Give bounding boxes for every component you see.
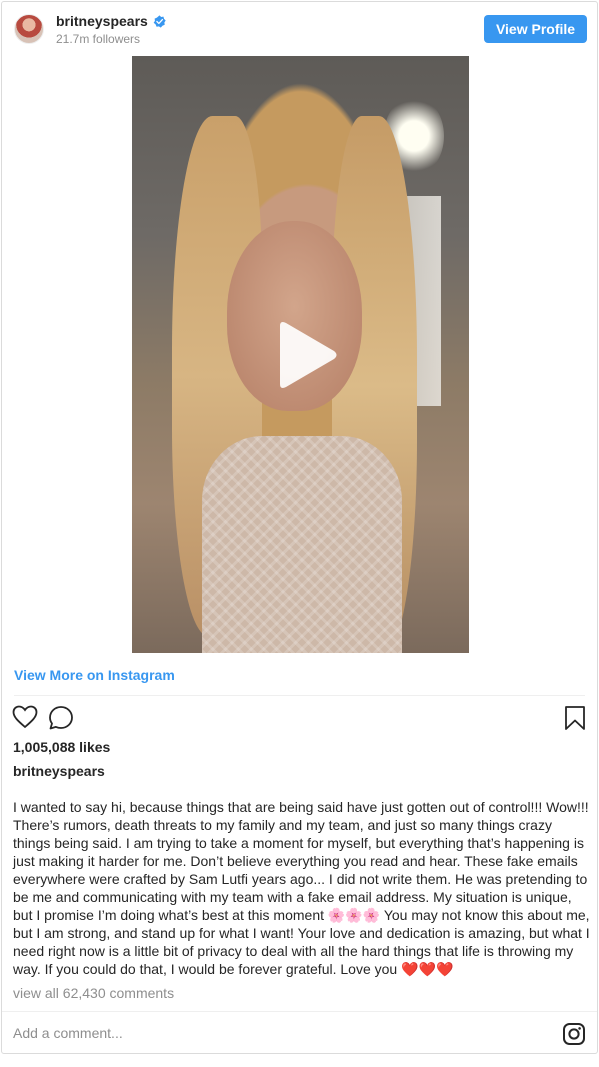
instagram-logo-icon[interactable] xyxy=(562,1022,586,1046)
caption-author[interactable]: britneyspears xyxy=(13,763,105,779)
bookmark-icon[interactable] xyxy=(564,705,586,731)
divider xyxy=(2,1011,597,1012)
post-header: britneyspears 21.7m followers View Profi… xyxy=(2,2,597,56)
play-icon[interactable] xyxy=(270,320,340,390)
username[interactable]: britneyspears xyxy=(56,13,148,29)
add-comment-input[interactable]: Add a comment... xyxy=(13,1025,123,1041)
heart-icon[interactable] xyxy=(12,705,38,729)
comment-icon[interactable] xyxy=(48,705,74,731)
post-actions xyxy=(2,702,597,734)
view-more-on-instagram-link[interactable]: View More on Instagram xyxy=(14,667,175,683)
like-count: 1,005,088 likes xyxy=(13,739,111,755)
verified-badge-icon xyxy=(153,15,166,28)
instagram-embed-card: britneyspears 21.7m followers View Profi… xyxy=(1,1,598,1054)
view-all-comments-link[interactable]: view all 62,430 comments xyxy=(13,985,174,1001)
view-profile-button[interactable]: View Profile xyxy=(484,15,587,43)
avatar[interactable] xyxy=(14,14,44,44)
post-caption: I wanted to say hi, because things that … xyxy=(13,799,590,977)
video-frame-detail xyxy=(202,436,402,653)
follower-count: 21.7m followers xyxy=(56,32,141,46)
divider xyxy=(14,695,585,696)
